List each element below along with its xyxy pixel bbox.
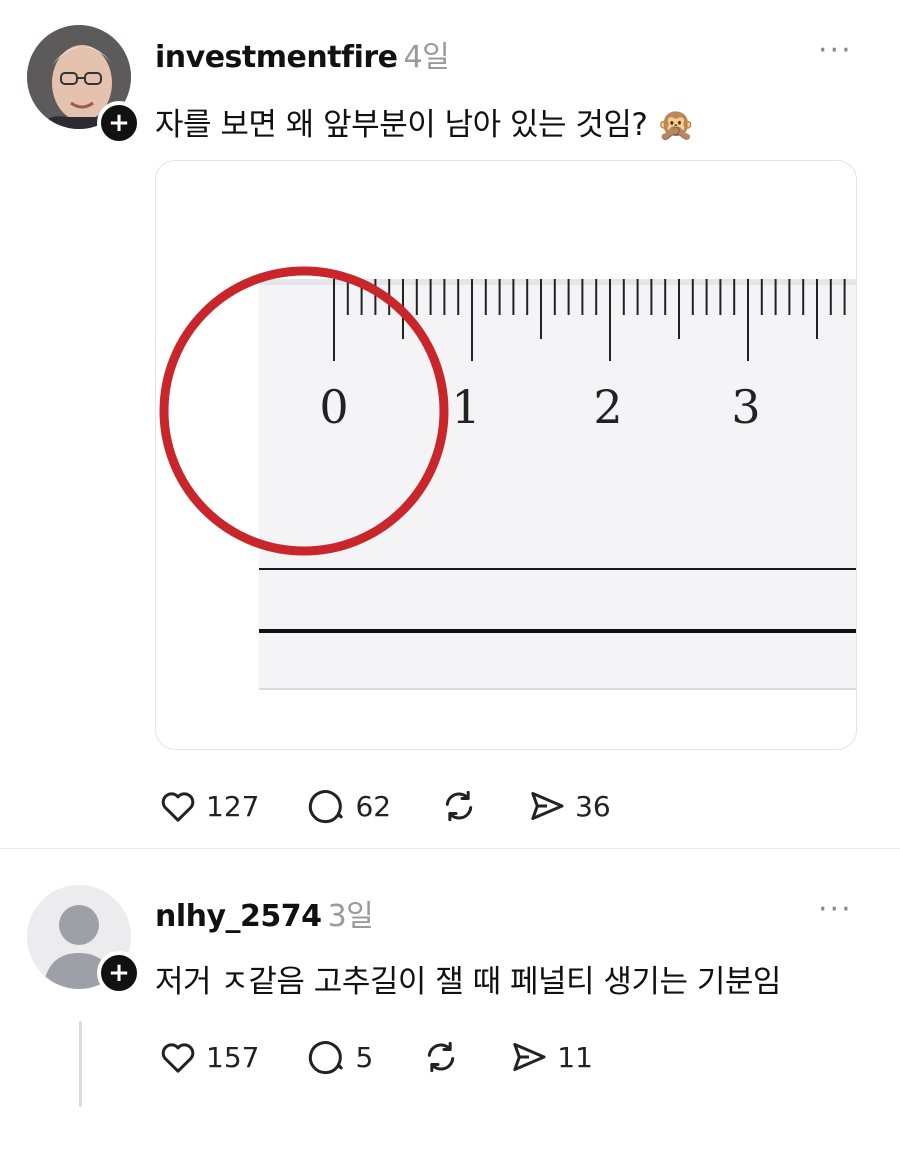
post-time: 3일 (327, 899, 374, 934)
more-options-icon[interactable]: ··· (818, 36, 853, 66)
like-button[interactable]: 127 (158, 786, 259, 826)
comment-icon (309, 1041, 344, 1075)
comment-count: 62 (355, 789, 392, 823)
share-icon (531, 792, 564, 820)
username[interactable]: nlhy_2574 3일 (155, 891, 374, 935)
post-text-body: 저거 ㅈ같음 고추길이 잴 때 페널티 생기는 기분임 (155, 964, 781, 1000)
more-options-icon[interactable]: ··· (818, 895, 853, 925)
ruler-label-1: 1 (451, 380, 480, 434)
post-actions: 127 62 36 (158, 786, 659, 826)
repost-button[interactable] (421, 1037, 461, 1077)
share-button[interactable]: 11 (509, 1037, 593, 1077)
like-button[interactable]: 157 (158, 1037, 259, 1077)
share-count: 36 (575, 789, 611, 823)
follow-plus-icon[interactable]: + (97, 101, 141, 145)
username[interactable]: investmentfire 4일 (155, 32, 450, 76)
follow-plus-icon[interactable]: + (97, 951, 141, 995)
comment-count: 5 (355, 1040, 374, 1074)
share-icon (513, 1043, 546, 1071)
comment-button[interactable]: 5 (307, 1037, 373, 1077)
post-text: 자를 보면 왜 앞부분이 남아 있는 것임? 🙊 (155, 99, 695, 144)
post-text: 저거 ㅈ같음 고추길이 잴 때 페널티 생기는 기분임 (155, 956, 781, 1001)
monkey-emoji-icon: 🙊 (656, 107, 696, 143)
post-actions: 157 5 11 (158, 1037, 641, 1077)
like-count: 127 (206, 789, 260, 823)
ruler-label-2: 2 (593, 380, 622, 434)
post-2: + nlhy_2574 3일 ··· 저거 ㅈ같음 고추길이 잴 때 페널티 생기… (0, 849, 900, 1150)
thread-line (79, 1021, 82, 1107)
repost-icon (428, 1041, 455, 1073)
post-text-body: 자를 보면 왜 앞부분이 남아 있는 것임? (155, 107, 648, 143)
post-image[interactable]: 0 1 2 3 (155, 160, 857, 750)
post-1: + investmentfire 4일 ··· 자를 보면 왜 앞부분이 남아 있… (0, 0, 900, 848)
username-text[interactable]: investmentfire (155, 40, 398, 75)
heart-icon (161, 792, 195, 822)
username-text[interactable]: nlhy_2574 (155, 899, 322, 934)
post-time: 4일 (403, 40, 450, 75)
share-count: 11 (557, 1040, 593, 1074)
share-button[interactable]: 36 (527, 786, 611, 826)
ruler-image: 0 1 2 3 (156, 161, 856, 749)
repost-icon (445, 790, 473, 822)
like-count: 157 (206, 1040, 260, 1074)
repost-button[interactable] (439, 786, 479, 826)
comment-icon (309, 790, 344, 824)
ruler-label-3: 3 (731, 380, 760, 434)
heart-icon (161, 1043, 195, 1073)
comment-button[interactable]: 62 (307, 786, 391, 826)
ruler-label-0: 0 (319, 380, 348, 434)
